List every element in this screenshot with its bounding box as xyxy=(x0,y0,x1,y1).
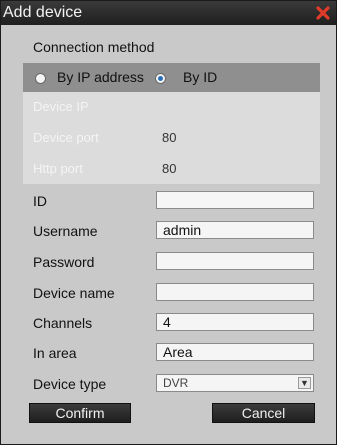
password-input[interactable] xyxy=(156,252,314,270)
device-port-value: 80 xyxy=(162,130,177,145)
id-label: ID xyxy=(33,193,47,209)
connection-method-label: Connection method xyxy=(33,39,155,55)
radio-label-by-ip-address[interactable]: By IP address xyxy=(57,69,144,85)
username-input[interactable] xyxy=(156,221,314,239)
chevron-down-icon[interactable]: ▼ xyxy=(298,377,311,389)
username-label: Username xyxy=(33,223,98,239)
close-icon[interactable] xyxy=(316,6,330,20)
http-port-label: Http port xyxy=(33,161,83,176)
radio-by-id[interactable] xyxy=(155,73,166,84)
device-name-label: Device name xyxy=(33,285,115,301)
dialog-title: Add device xyxy=(3,4,83,21)
in-area-label: In area xyxy=(33,345,77,361)
radio-label-by-id[interactable]: By ID xyxy=(183,69,217,85)
password-label: Password xyxy=(33,254,95,270)
connection-method-options: By IP address By ID xyxy=(23,63,320,92)
cancel-button[interactable]: Cancel xyxy=(212,403,315,423)
id-input[interactable] xyxy=(156,191,314,209)
in-area-input[interactable] xyxy=(156,343,314,361)
title-bar[interactable]: Add device xyxy=(1,1,336,25)
confirm-button[interactable]: Confirm xyxy=(29,403,131,423)
device-ip-label: Device IP xyxy=(33,99,89,114)
device-type-value: DVR xyxy=(163,376,189,390)
device-name-input[interactable] xyxy=(156,283,314,301)
channels-label: Channels xyxy=(33,315,93,331)
radio-by-ip-address[interactable] xyxy=(35,73,46,84)
channels-input[interactable] xyxy=(156,313,314,331)
ip-settings-panel: Device IP Device port 80 Http port 80 xyxy=(23,92,320,184)
device-port-label: Device port xyxy=(33,130,99,145)
device-type-select[interactable]: DVR ▼ xyxy=(156,374,314,392)
http-port-value: 80 xyxy=(162,161,177,176)
device-type-label: Device type xyxy=(33,376,107,392)
add-device-dialog: Add device Connection method By IP addre… xyxy=(0,0,337,445)
